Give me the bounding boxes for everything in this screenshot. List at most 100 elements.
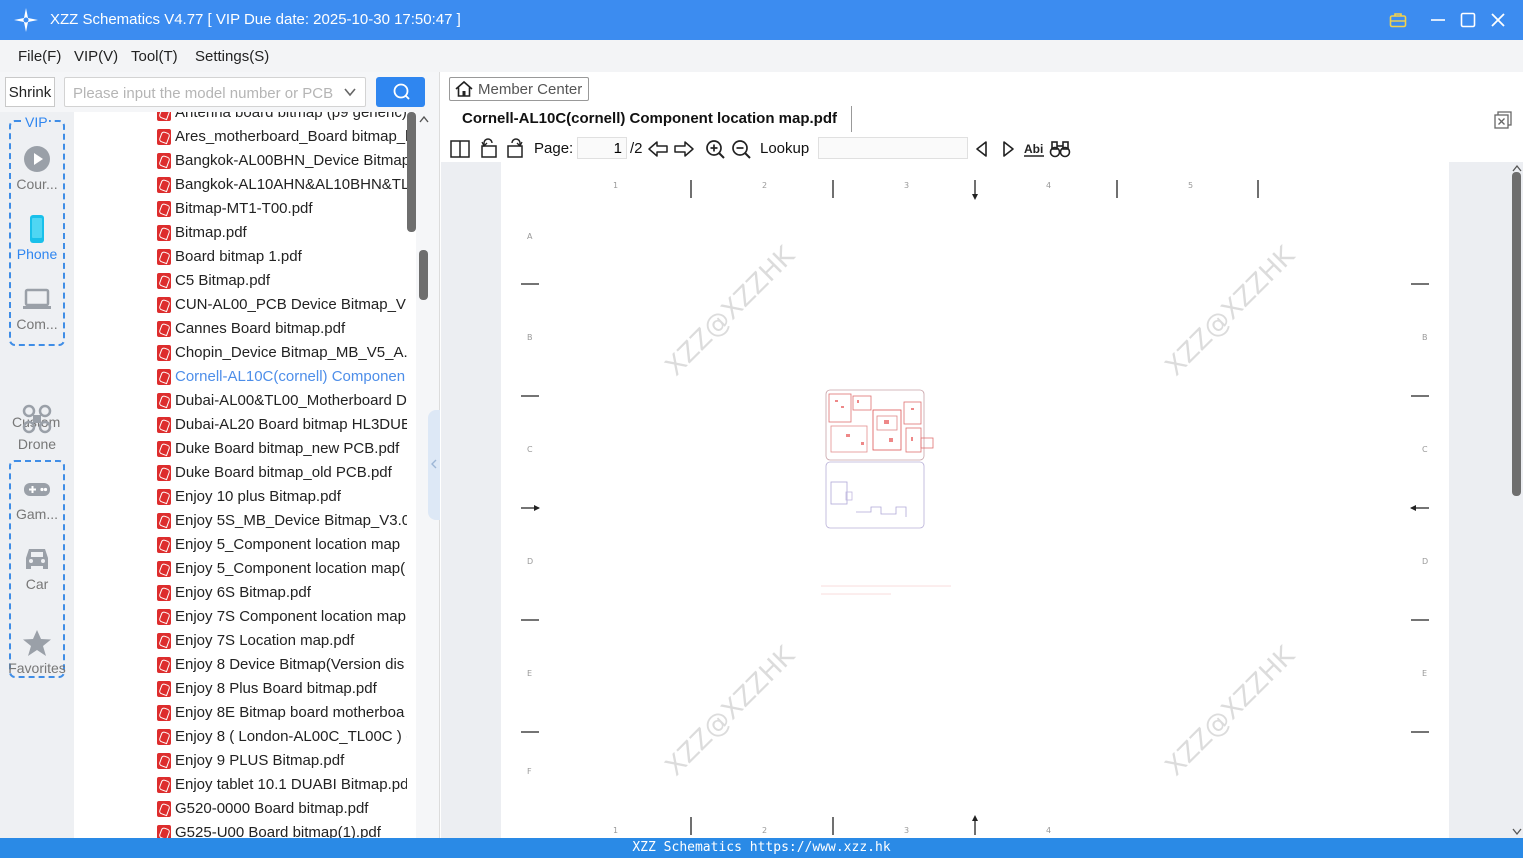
file-list-item[interactable]: Cannes Board bitmap.pdf bbox=[74, 317, 416, 341]
file-list-item[interactable]: Cornell-AL10C(cornell) Componen bbox=[74, 365, 416, 389]
row-label: B bbox=[1422, 333, 1428, 342]
page-label: Page: bbox=[534, 140, 574, 157]
pdf-viewer[interactable]: 1 2 3 4 5 1 2 3 4 A B C D E F B C D E XZ… bbox=[441, 162, 1523, 838]
scroll-up-icon[interactable] bbox=[418, 114, 430, 124]
category-computer[interactable]: Com... bbox=[0, 284, 74, 332]
file-name: Enjoy 8 ( London-AL00C_TL00C ) (4 bbox=[175, 728, 407, 745]
file-name: CUN-AL00_PCB Device Bitmap_V1.0 bbox=[175, 296, 407, 313]
file-list-item[interactable]: Enjoy 5S_MB_Device Bitmap_V3.01 bbox=[74, 509, 416, 533]
menu-vip[interactable]: VIP(V) bbox=[74, 48, 118, 65]
find-next-icon[interactable] bbox=[997, 138, 1019, 160]
member-center-label: Member Center bbox=[478, 80, 583, 98]
star-icon bbox=[23, 630, 51, 656]
file-name: Enjoy 10 plus Bitmap.pdf bbox=[175, 488, 341, 505]
zoom-in-icon[interactable] bbox=[704, 138, 726, 160]
maximize-button[interactable] bbox=[1454, 6, 1482, 34]
collapse-panel-handle[interactable] bbox=[428, 410, 440, 520]
file-list-item[interactable]: Enjoy 8 Device Bitmap(Version dis bbox=[74, 653, 416, 677]
category-phone[interactable]: Phone bbox=[0, 214, 74, 262]
tab-document[interactable]: Cornell-AL10C(cornell) Component locatio… bbox=[449, 106, 853, 132]
file-list-item[interactable]: Chopin_Device Bitmap_MB_V5_A.p bbox=[74, 341, 416, 365]
viewer-scroll-up-icon[interactable] bbox=[1511, 164, 1523, 172]
lookup-input[interactable] bbox=[818, 137, 968, 159]
file-name: Enjoy 7S Component location map bbox=[175, 608, 406, 625]
column-label: 1 bbox=[613, 181, 618, 190]
previous-page-icon[interactable] bbox=[647, 138, 669, 160]
menu-file[interactable]: File(F) bbox=[18, 48, 61, 65]
rotate-right-icon[interactable] bbox=[504, 138, 526, 160]
search-button[interactable] bbox=[376, 77, 425, 107]
file-list-item[interactable]: Enjoy 8 ( London-AL00C_TL00C ) (4 bbox=[74, 725, 416, 749]
file-list-item[interactable]: Enjoy 9 PLUS Bitmap.pdf bbox=[74, 749, 416, 773]
menu-tool[interactable]: Tool(T) bbox=[131, 48, 178, 65]
file-list-item[interactable]: Enjoy 5_Component location map bbox=[74, 533, 416, 557]
pdf-file-icon bbox=[157, 585, 171, 601]
menu-settings[interactable]: Settings(S) bbox=[195, 48, 269, 65]
category-car[interactable]: Car bbox=[0, 544, 74, 592]
file-list-item[interactable]: Enjoy 7S Component location map bbox=[74, 605, 416, 629]
next-page-icon[interactable] bbox=[673, 138, 695, 160]
file-list-item[interactable]: Board bitmap 1.pdf bbox=[74, 245, 416, 269]
app-logo-icon bbox=[14, 8, 38, 32]
file-name: Enjoy 9 PLUS Bitmap.pdf bbox=[175, 752, 345, 769]
zoom-out-icon[interactable] bbox=[730, 138, 752, 160]
file-list-item[interactable]: Antenna board bitmap (p9 generic) bbox=[74, 112, 416, 125]
file-name: Chopin_Device Bitmap_MB_V5_A.p bbox=[175, 344, 407, 361]
close-button[interactable] bbox=[1484, 6, 1512, 34]
file-list-item[interactable]: Enjoy 10 plus Bitmap.pdf bbox=[74, 485, 416, 509]
file-name: Duke Board bitmap_new PCB.pdf bbox=[175, 440, 400, 457]
pdf-file-icon bbox=[157, 201, 171, 217]
category-favorites[interactable]: Favorites bbox=[0, 628, 74, 676]
file-list-item[interactable]: Bangkok-AL00BHN_Device Bitmap bbox=[74, 149, 416, 173]
viewer-scrollbar[interactable] bbox=[1512, 172, 1521, 496]
minimize-button[interactable] bbox=[1424, 6, 1452, 34]
file-list-item[interactable]: G520-0000 Board bitmap.pdf bbox=[74, 797, 416, 821]
close-tab-icon[interactable] bbox=[1493, 110, 1513, 130]
pdf-file-icon bbox=[157, 657, 171, 673]
search-box[interactable] bbox=[64, 77, 366, 107]
phone-icon bbox=[30, 215, 44, 243]
file-list-item[interactable]: Enjoy tablet 10.1 DUABI Bitmap.pd bbox=[74, 773, 416, 797]
binoculars-icon[interactable] bbox=[1049, 138, 1071, 160]
shrink-button[interactable]: Shrink bbox=[5, 77, 55, 107]
file-list-item[interactable]: Bitmap-MT1-T00.pdf bbox=[74, 197, 416, 221]
file-list-item[interactable]: Ares_motherboard_Board bitmap_l bbox=[74, 125, 416, 149]
pcb-component-dots bbox=[835, 400, 914, 445]
viewer-scroll-down-icon[interactable] bbox=[1511, 828, 1523, 836]
column-label: 3 bbox=[904, 181, 909, 190]
chevron-down-icon[interactable] bbox=[343, 85, 357, 99]
file-list-item[interactable]: Bitmap.pdf bbox=[74, 221, 416, 245]
file-list-item[interactable]: Enjoy 5_Component location map( bbox=[74, 557, 416, 581]
file-list-item[interactable]: CUN-AL00_PCB Device Bitmap_V1.0 bbox=[74, 293, 416, 317]
file-list-item[interactable]: Dubai-AL20 Board bitmap HL3DUE bbox=[74, 413, 416, 437]
vip-briefcase-icon[interactable] bbox=[1384, 6, 1412, 34]
toggle-sidebar-icon[interactable] bbox=[449, 138, 471, 160]
pcb-board-map bbox=[825, 389, 934, 529]
file-list-item[interactable]: Enjoy 7S Location map.pdf bbox=[74, 629, 416, 653]
category-game[interactable]: Gam... bbox=[0, 474, 74, 522]
pdf-file-icon bbox=[157, 441, 171, 457]
file-list-item[interactable]: Enjoy 6S Bitmap.pdf bbox=[74, 581, 416, 605]
file-list-item[interactable]: Duke Board bitmap_old PCB.pdf bbox=[74, 461, 416, 485]
file-list-scrollbar[interactable] bbox=[407, 112, 416, 232]
page-number-input[interactable] bbox=[577, 137, 627, 159]
watermark: XZZ@XZZHK bbox=[1160, 640, 1302, 782]
file-list-item[interactable]: G525-U00 Board bitmap(1).pdf bbox=[74, 821, 416, 838]
member-center-button[interactable]: Member Center bbox=[449, 77, 589, 101]
search-input[interactable] bbox=[73, 82, 333, 104]
category-courses[interactable]: Cour... bbox=[0, 144, 74, 192]
file-list-item[interactable]: Enjoy 8 Plus Board bitmap.pdf bbox=[74, 677, 416, 701]
file-list-item[interactable]: Duke Board bitmap_new PCB.pdf bbox=[74, 437, 416, 461]
pdf-file-icon bbox=[157, 489, 171, 505]
file-list-item[interactable]: Dubai-AL00&TL00_Motherboard D bbox=[74, 389, 416, 413]
panel-scrollbar[interactable] bbox=[419, 250, 428, 300]
rotate-left-icon[interactable] bbox=[478, 138, 500, 160]
find-previous-icon[interactable] bbox=[971, 138, 993, 160]
category-drone[interactable]: Drone bbox=[0, 404, 74, 452]
file-name: Antenna board bitmap (p9 generic) bbox=[175, 112, 407, 121]
file-list-item[interactable]: C5 Bitmap.pdf bbox=[74, 269, 416, 293]
file-list-item[interactable]: Enjoy 8E Bitmap board motherboa bbox=[74, 701, 416, 725]
pdf-file-icon bbox=[157, 112, 171, 121]
file-list-item[interactable]: Bangkok-AL10AHN&AL10BHN&TL bbox=[74, 173, 416, 197]
match-text-icon[interactable]: Abi bbox=[1023, 138, 1045, 160]
